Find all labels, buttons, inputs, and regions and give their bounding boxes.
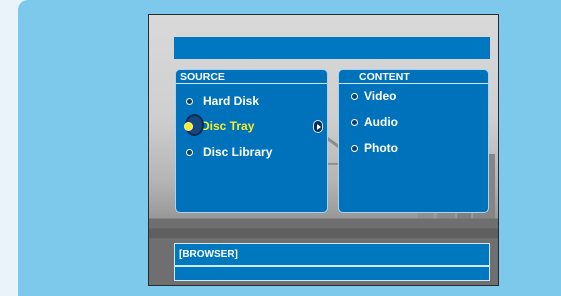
content-item-label: Audio	[364, 115, 398, 129]
browser-bar: [BROWSER]	[174, 243, 490, 281]
tv-screen: SOURCE Hard Disk Disc Tray Disc Library …	[148, 14, 499, 286]
source-item-disc-library[interactable]: Disc Library	[186, 143, 272, 161]
source-item-label: Disc Tray	[201, 119, 255, 133]
right-arrow-icon[interactable]	[313, 120, 323, 133]
source-item-label: Disc Library	[203, 145, 273, 159]
device-frame: SOURCE Hard Disk Disc Tray Disc Library …	[18, 0, 561, 296]
radio-bullet-icon	[186, 97, 193, 105]
content-item-audio[interactable]: Audio	[351, 113, 398, 131]
radio-bullet-icon	[351, 144, 358, 152]
content-panel: CONTENT Video Audio Photo	[338, 69, 489, 213]
browser-divider	[175, 265, 489, 267]
source-panel: SOURCE Hard Disk Disc Tray Disc Library	[175, 69, 328, 213]
source-item-hard-disk[interactable]: Hard Disk	[186, 92, 259, 110]
content-item-photo[interactable]: Photo	[351, 139, 398, 157]
content-item-label: Video	[364, 89, 397, 103]
source-item-disc-tray[interactable]: Disc Tray	[182, 114, 255, 136]
source-item-label: Hard Disk	[203, 94, 260, 108]
title-bar	[174, 37, 490, 59]
content-panel-header: CONTENT	[339, 70, 488, 84]
radio-bullet-icon	[351, 118, 358, 126]
radio-bullet-icon	[186, 148, 193, 156]
browser-label: [BROWSER]	[179, 249, 238, 260]
source-panel-header: SOURCE	[176, 70, 327, 84]
content-item-label: Photo	[364, 141, 398, 155]
content-item-video[interactable]: Video	[351, 87, 396, 105]
radio-bullet-icon	[351, 92, 358, 100]
radio-bullet-icon	[184, 121, 193, 131]
